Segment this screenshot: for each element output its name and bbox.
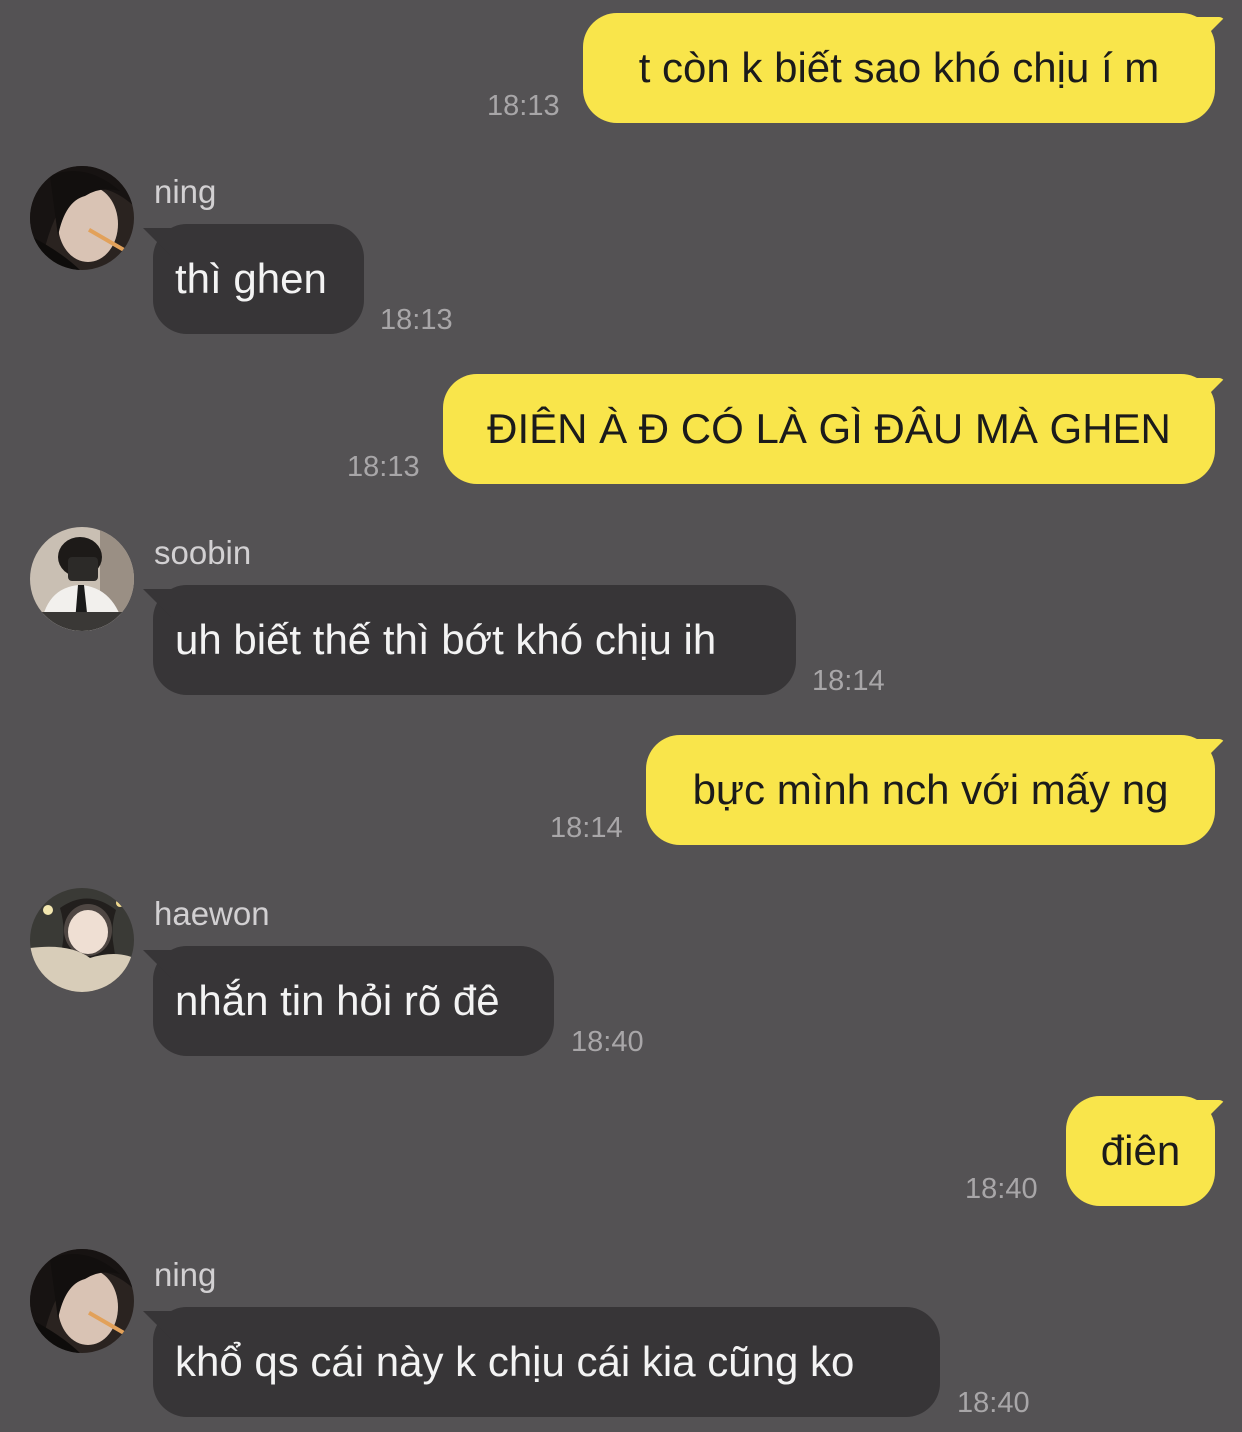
message-timestamp: 18:40 <box>965 1173 1038 1205</box>
message-timestamp: 18:13 <box>380 304 453 336</box>
message-timestamp: 18:13 <box>487 90 560 122</box>
message-timestamp: 18:14 <box>812 665 885 697</box>
sender-name: ning <box>154 173 217 210</box>
avatar-soobin[interactable] <box>30 527 134 631</box>
message-timestamp: 18:14 <box>550 812 623 844</box>
outgoing-message-bubble[interactable]: t còn k biết sao khó chịu í m <box>583 13 1215 123</box>
sender-name: haewon <box>154 895 270 932</box>
avatar-ning[interactable] <box>30 1249 134 1353</box>
incoming-message-bubble[interactable]: uh biết thế thì bớt khó chịu ih <box>153 585 796 695</box>
message-timestamp: 18:40 <box>571 1026 644 1058</box>
avatar-haewon[interactable] <box>30 888 134 992</box>
sender-name: ning <box>154 1256 217 1293</box>
avatar-ning[interactable] <box>30 166 134 270</box>
message-timestamp: 18:13 <box>347 451 420 483</box>
outgoing-message-bubble[interactable]: ĐIÊN À Đ CÓ LÀ GÌ ĐÂU MÀ GHEN <box>443 374 1215 484</box>
outgoing-message-bubble[interactable]: bực mình nch với mấy ng <box>646 735 1215 845</box>
incoming-message-bubble[interactable]: nhắn tin hỏi rõ đê <box>153 946 554 1056</box>
message-timestamp: 18:40 <box>957 1387 1030 1419</box>
sender-name: soobin <box>154 534 252 571</box>
chat-thread[interactable]: t còn k biết sao khó chịu í m 18:13 ning… <box>0 0 1242 1432</box>
outgoing-message-bubble[interactable]: điên <box>1066 1096 1215 1206</box>
incoming-message-bubble[interactable]: khổ qs cái này k chịu cái kia cũng ko <box>153 1307 940 1417</box>
incoming-message-bubble[interactable]: thì ghen <box>153 224 364 334</box>
